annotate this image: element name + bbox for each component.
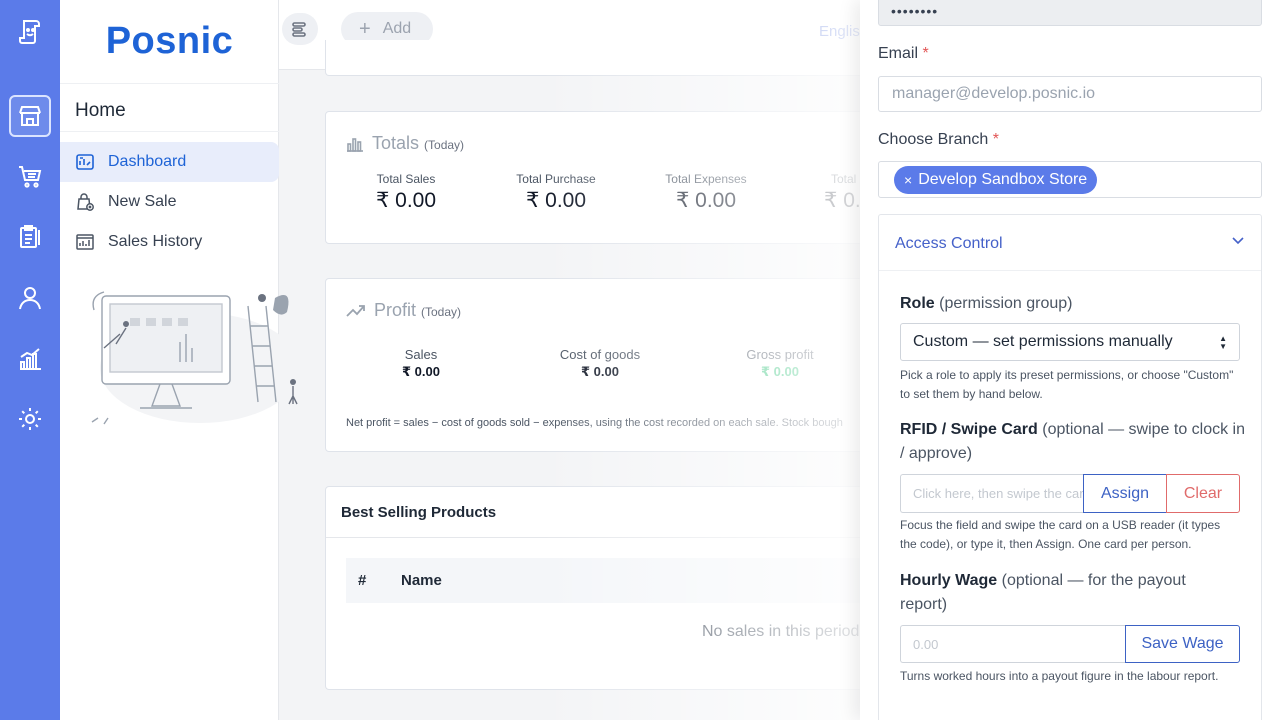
- branch-chip-label: Develop Sandbox Store: [918, 170, 1088, 188]
- accordion-header[interactable]: Access Control: [879, 215, 1261, 271]
- profit-header: Profit (Today): [346, 300, 461, 321]
- report-icon: [74, 231, 96, 253]
- trending-up-icon: [346, 304, 365, 317]
- stat-total-sales: Total Sales ₹ 0.00: [336, 172, 476, 213]
- stat-value: ₹ 0.00: [375, 189, 437, 212]
- best-selling-title: Best Selling Products: [341, 504, 497, 521]
- role-label: Role (permission group): [900, 292, 1073, 316]
- role-help: Pick a role to apply its preset permissi…: [900, 368, 1234, 401]
- bar-chart-icon: [347, 137, 363, 152]
- sidebar-item-label: Sales History: [108, 233, 203, 250]
- totals-period: (Today): [424, 138, 465, 152]
- empty-state-text: No sales in this period: [702, 623, 860, 640]
- stat-label: Gross profit: [746, 347, 814, 362]
- add-button-label: Add: [382, 20, 412, 37]
- stat-value: ₹ 0.00: [675, 189, 737, 212]
- required-mark: *: [922, 45, 929, 62]
- stat-label: Total Expenses: [665, 172, 747, 186]
- wage-label: Hourly Wage (optional — for the payout r…: [900, 569, 1230, 617]
- stat-label: Cost of goods: [559, 347, 641, 362]
- sidebar: Posnic Home Dashboard New Sale Sales His…: [60, 0, 300, 720]
- cart-icon[interactable]: [9, 155, 51, 197]
- branch-select[interactable]: × Develop Sandbox Store: [878, 161, 1262, 198]
- logo-icon[interactable]: [9, 10, 51, 52]
- password-field[interactable]: ••••••••: [878, 0, 1262, 26]
- chevron-down-icon[interactable]: [1231, 233, 1245, 247]
- icon-rail: [0, 0, 60, 720]
- role-label-sub: (permission group): [939, 295, 1073, 312]
- role-select[interactable]: Custom — set permissions manually ▲ ▼: [900, 323, 1240, 361]
- stat-total-expenses: Total Expenses ₹ 0.00: [636, 172, 776, 213]
- accordion-title: Access Control: [895, 235, 1003, 252]
- branch-chip[interactable]: × Develop Sandbox Store: [894, 165, 1098, 194]
- profit-card: Profit (Today) Sales ₹ 0.00 Cost of good…: [325, 278, 885, 452]
- hourly-wage-input[interactable]: 0.00: [900, 625, 1126, 663]
- access-control-accordion: Access Control Role (permission group) C…: [878, 214, 1262, 720]
- role-label-text: Role: [900, 295, 935, 312]
- brand-logo[interactable]: Posnic: [60, 0, 279, 84]
- plus-icon: +: [359, 18, 371, 40]
- stat-label: Total Sales: [376, 172, 436, 186]
- stat-total-purchase: Total Purchase ₹ 0.00: [486, 172, 626, 213]
- role-select-value: Custom — set permissions manually: [913, 333, 1173, 350]
- sidebar-item-label: New Sale: [108, 193, 177, 210]
- select-arrows-icon: ▲ ▼: [1219, 334, 1227, 351]
- profit-title: Profit: [374, 300, 417, 320]
- email-label-text: Email: [878, 45, 919, 62]
- bag-icon: [74, 191, 96, 213]
- chart-icon[interactable]: [9, 338, 51, 380]
- wage-label-text: Hourly Wage: [900, 572, 998, 589]
- dashboard-icon: [74, 151, 96, 173]
- sidebar-item-new-sale[interactable]: New Sale: [60, 182, 279, 222]
- store-icon[interactable]: [9, 95, 51, 137]
- stat-value: ₹ 0.00: [402, 364, 440, 379]
- stat-value: ₹ 0.00: [761, 364, 799, 379]
- totals-header: Totals (Today): [346, 133, 464, 154]
- stat-value: ₹ 0.00: [581, 364, 619, 379]
- user-form-panel: •••••••• Email * manager@develop.posnic.…: [860, 0, 1280, 720]
- menu-toggle-button[interactable]: [282, 13, 318, 45]
- stat-gross-profit: Gross profit ₹ 0.00: [710, 347, 850, 380]
- sidebar-item-sales-history[interactable]: Sales History: [60, 222, 279, 262]
- wage-help: Turns worked hours into a payout figure …: [900, 669, 1219, 683]
- sidebar-item-dashboard[interactable]: Dashboard: [60, 142, 279, 182]
- save-wage-button[interactable]: Save Wage: [1125, 625, 1240, 663]
- remove-chip-icon[interactable]: ×: [904, 172, 912, 188]
- stat-label: Sales: [404, 347, 438, 362]
- totals-card: Totals (Today) Total Sales ₹ 0.00 Total …: [325, 111, 885, 244]
- stat-cost-of-goods: Cost of goods ₹ 0.00: [530, 347, 670, 380]
- clipboard-icon[interactable]: [9, 216, 51, 258]
- table-header: # Name: [346, 558, 866, 603]
- card-top-partial: [325, 40, 885, 76]
- stat-value: ₹ 0.00: [525, 189, 587, 212]
- branch-label-text: Choose Branch: [878, 131, 989, 148]
- column-header-name: Name: [401, 572, 442, 589]
- column-header-index: #: [358, 572, 367, 589]
- required-mark: *: [992, 131, 999, 148]
- user-icon[interactable]: [9, 277, 51, 319]
- sidebar-section-title: Home: [75, 100, 126, 121]
- profit-note: Net profit = sales − cost of goods sold …: [346, 417, 843, 429]
- divider: [60, 131, 279, 132]
- rfid-input[interactable]: Click here, then swipe the card: [900, 474, 1084, 513]
- divider: [326, 537, 884, 538]
- email-field[interactable]: manager@develop.posnic.io: [878, 76, 1262, 112]
- sidebar-item-label: Dashboard: [108, 153, 187, 170]
- clear-button[interactable]: Clear: [1166, 474, 1240, 513]
- gear-icon[interactable]: [9, 398, 51, 440]
- profit-period: (Today): [421, 305, 462, 319]
- stat-sales: Sales ₹ 0.00: [351, 347, 491, 380]
- best-selling-card: Best Selling Products # Name No sales in…: [325, 486, 885, 690]
- email-label: Email *: [878, 45, 929, 63]
- assign-button[interactable]: Assign: [1083, 474, 1167, 513]
- menu-icon: [292, 22, 306, 37]
- dashboard-illustration: [91, 291, 300, 425]
- branch-label: Choose Branch *: [878, 131, 999, 149]
- stat-label: Total Purchase: [516, 172, 596, 186]
- rfid-label: RFID / Swipe Card (optional — swipe to c…: [900, 418, 1245, 466]
- rfid-label-text: RFID / Swipe Card: [900, 421, 1038, 438]
- rfid-help: Focus the field and swipe the card on a …: [900, 518, 1221, 551]
- totals-title: Totals: [372, 133, 420, 153]
